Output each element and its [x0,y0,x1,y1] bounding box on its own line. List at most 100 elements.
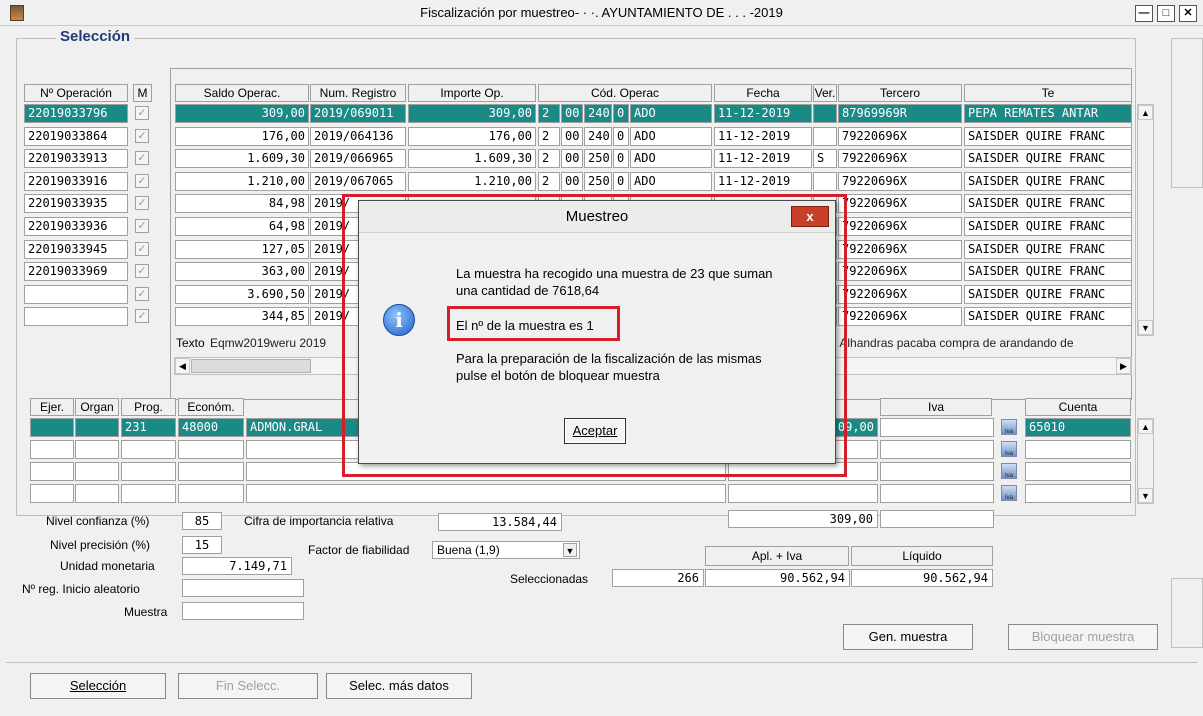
iva-icon[interactable]: Iva [1001,485,1017,501]
te-cell[interactable]: SAISDER QUIRE FRANC [964,172,1132,191]
cod-cell[interactable]: 2 [538,127,560,146]
cod-cell[interactable]: 00 [561,149,583,168]
cod-cell[interactable]: 240 [584,127,612,146]
cod-cell[interactable]: 00 [561,127,583,146]
saldo-cell[interactable]: 1.609,30 [175,149,309,168]
seleccion-button[interactable]: Selección [30,673,166,699]
ver-cell[interactable] [813,104,837,123]
muestra-input[interactable] [182,602,304,620]
header-organ[interactable]: Organ [75,398,119,416]
horizontal-scroll-thumb[interactable] [191,359,311,373]
saldo-cell[interactable]: 64,98 [175,217,309,236]
tercero-cell[interactable]: 79220696X [838,307,962,326]
cod-cell[interactable]: 0 [613,127,629,146]
header-prog[interactable]: Prog. [121,398,176,416]
cod-cell[interactable]: 2 [538,172,560,191]
organ-cell[interactable] [75,462,119,481]
fecha-cell[interactable]: 11-12-2019 [714,172,812,191]
prog-cell[interactable] [121,484,176,503]
operacion-cell[interactable]: 22019033913 [24,149,128,168]
operacion-cell[interactable] [24,307,128,326]
te-cell[interactable]: SAISDER QUIRE FRANC [964,127,1132,146]
header-ejer[interactable]: Ejer. [30,398,74,416]
cuenta-cell[interactable] [1025,462,1131,481]
econom-cell[interactable] [178,484,244,503]
operacion-cell[interactable]: 22019033796 [24,104,128,123]
iva-cell[interactable] [880,462,994,481]
apps-scroll-down-icon[interactable]: ▼ [1138,488,1153,503]
econom-cell[interactable] [178,462,244,481]
gen-muestra-button[interactable]: Gen. muestra [843,624,973,650]
fecha-cell[interactable]: 11-12-2019 [714,149,812,168]
ejer-cell[interactable] [30,484,74,503]
header-iva[interactable]: Iva [880,398,992,416]
te-cell[interactable]: SAISDER QUIRE FRANC [964,217,1132,236]
saldo-cell[interactable]: 3.690,50 [175,285,309,304]
te-cell[interactable]: SAISDER QUIRE FRANC [964,194,1132,213]
cod-cell[interactable]: ADO [630,104,712,123]
operacion-cell[interactable]: 22019033864 [24,127,128,146]
operacion-cell[interactable]: 22019033945 [24,240,128,259]
close-button[interactable]: ✕ [1179,5,1197,22]
cuenta-cell[interactable]: 65010 [1025,418,1131,437]
saldo-cell[interactable]: 1.210,00 [175,172,309,191]
header-num-reg[interactable]: Num. Registro [310,84,406,102]
apps-scroll-up-icon[interactable]: ▲ [1138,419,1153,434]
header-cuenta[interactable]: Cuenta [1025,398,1131,416]
organ-cell[interactable] [75,418,119,437]
header-fecha[interactable]: Fecha [714,84,812,102]
header-te[interactable]: Te [964,84,1132,102]
tercero-cell[interactable]: 87969969R [838,104,962,123]
cod-cell[interactable]: 00 [561,104,583,123]
factor-select[interactable]: Buena (1,9) ▼ [432,541,580,559]
cod-cell[interactable]: 0 [613,104,629,123]
iva-cell[interactable] [880,484,994,503]
tercero-cell[interactable]: 79220696X [838,240,962,259]
tercero-cell[interactable]: 79220696X [838,127,962,146]
cod-cell[interactable]: 2 [538,149,560,168]
cod-cell[interactable]: 00 [561,172,583,191]
importe-cell[interactable]: 309,00 [408,104,536,123]
iva-cell[interactable] [880,418,994,437]
operacion-cell[interactable]: 22019033936 [24,217,128,236]
num-registro-cell[interactable]: 2019/069011 [310,104,406,123]
chevron-down-icon[interactable]: ▼ [563,543,577,557]
iva-cell[interactable] [880,440,994,459]
ejer-cell[interactable] [30,440,74,459]
tercero-cell[interactable]: 79220696X [838,285,962,304]
header-m[interactable]: M [133,84,152,102]
operacion-cell[interactable] [24,285,128,304]
tercero-cell[interactable]: 79220696X [838,149,962,168]
dialog-close-button[interactable]: x [791,206,829,227]
tercero-cell[interactable]: 79220696X [838,172,962,191]
te-cell[interactable]: SAISDER QUIRE FRANC [964,149,1132,168]
table-vertical-scrollbar[interactable]: ▲ ▼ [1137,104,1154,336]
cod-cell[interactable]: 240 [584,104,612,123]
fecha-cell[interactable]: 11-12-2019 [714,127,812,146]
operacion-cell[interactable]: 22019033916 [24,172,128,191]
cod-cell[interactable]: ADO [630,149,712,168]
header-tercero[interactable]: Tercero [838,84,962,102]
cod-cell[interactable]: 250 [584,149,612,168]
cod-cell[interactable]: 0 [613,172,629,191]
cuenta-cell[interactable] [1025,440,1131,459]
saldo-cell[interactable]: 309,00 [175,104,309,123]
econom-cell[interactable]: 48000 [178,418,244,437]
iva-icon[interactable]: Iva [1001,419,1017,435]
te-cell[interactable]: SAISDER QUIRE FRANC [964,307,1132,326]
fecha-cell[interactable]: 11-12-2019 [714,104,812,123]
tercero-cell[interactable]: 79220696X [838,217,962,236]
organ-cell[interactable] [75,484,119,503]
cod-cell[interactable]: 250 [584,172,612,191]
row-checkbox[interactable]: ✓ [135,196,149,210]
header-cod[interactable]: Cód. Operac [538,84,712,102]
te-cell[interactable]: SAISDER QUIRE FRANC [964,240,1132,259]
row-checkbox[interactable]: ✓ [135,287,149,301]
header-econom[interactable]: Económ. [178,398,244,416]
nivel-precision-input[interactable]: 15 [182,536,222,554]
scroll-left-arrow-icon[interactable]: ◀ [175,358,190,374]
scroll-down-arrow-icon[interactable]: ▼ [1138,320,1153,335]
selec-mas-datos-button[interactable]: Selec. más datos [326,673,472,699]
num-registro-cell[interactable]: 2019/067065 [310,172,406,191]
row-checkbox[interactable]: ✓ [135,151,149,165]
